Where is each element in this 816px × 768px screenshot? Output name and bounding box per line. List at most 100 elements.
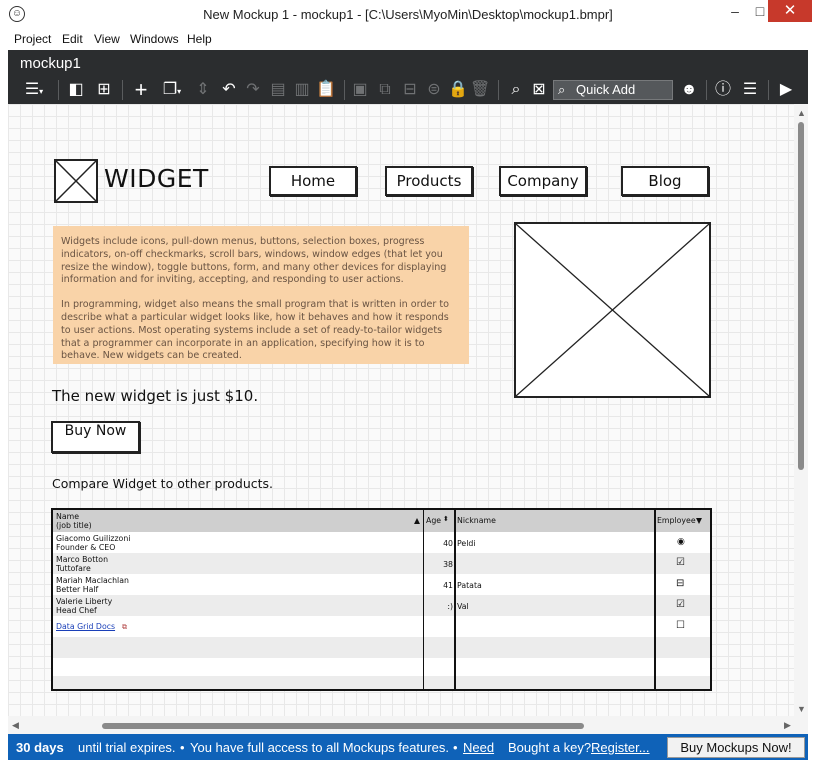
- header-nickname[interactable]: Nickname: [457, 516, 496, 525]
- cut-icon[interactable]: ▥: [292, 80, 312, 100]
- menu-bar: Project Edit View Windows Help: [8, 30, 808, 50]
- table-row[interactable]: Marco Botton Tuttofare 38 ☑: [53, 553, 710, 574]
- description-paragraph: Widgets include icons, pull-down menus, …: [61, 236, 447, 286]
- presentation-play-icon[interactable]: ▶: [774, 80, 798, 100]
- external-link-icon: ⧉: [117, 623, 127, 631]
- info-icon[interactable]: ⓘ: [712, 80, 734, 100]
- checkbox-checked-icon[interactable]: ☑: [676, 558, 685, 568]
- register-link[interactable]: Register...: [591, 740, 650, 755]
- main-toolbar: mockup1 ☰▾ ◧ ⊞ + ❐▾ ⇕ ↶ ↷ ▤ ▥ 📋 ▣ ⧉ ⊟ ⊜ …: [8, 50, 808, 104]
- search-zoom-icon[interactable]: ⌕: [506, 80, 526, 100]
- scroll-right-icon[interactable]: ▶: [784, 720, 791, 731]
- nav-blog-button[interactable]: Blog: [621, 166, 709, 196]
- close-button[interactable]: ✕: [768, 0, 812, 22]
- trial-days: 30 days: [16, 740, 64, 755]
- user-account-icon[interactable]: ☻: [678, 80, 700, 100]
- header-employee[interactable]: Employee: [657, 516, 696, 525]
- menu-view[interactable]: View: [94, 32, 120, 46]
- scroll-left-icon[interactable]: ◀: [12, 720, 19, 731]
- table-row[interactable]: Valerie Liberty Head Chef :) Val ☑: [53, 595, 710, 616]
- duplicate-icon[interactable]: ❐▾: [158, 80, 186, 100]
- quick-add-input[interactable]: ⌕ Quick Add: [553, 80, 673, 100]
- header-age[interactable]: Age: [426, 516, 441, 525]
- description-paragraph: In programming, widget also means the sm…: [61, 299, 450, 362]
- key-text: Bought a key?: [508, 740, 592, 755]
- trash-icon[interactable]: 🗑: [470, 80, 490, 100]
- buy-mockups-now-button[interactable]: Buy Mockups Now!: [667, 737, 805, 758]
- sort-both-icon[interactable]: ⬍: [443, 515, 449, 524]
- need-link[interactable]: Need: [463, 740, 494, 755]
- radio-selected-icon[interactable]: ◉: [677, 538, 685, 547]
- table-row: [53, 637, 710, 658]
- checkbox-indeterminate-icon[interactable]: ⊟: [676, 579, 684, 589]
- add-icon[interactable]: +: [130, 79, 152, 101]
- status-bullet: •: [180, 740, 185, 755]
- single-view-icon[interactable]: ◧: [66, 80, 86, 100]
- group-icon[interactable]: ▣: [350, 80, 370, 100]
- move-updown-icon[interactable]: ⇕: [192, 80, 214, 100]
- toolbar-separator: [344, 80, 345, 100]
- table-row[interactable]: Mariah Maclachlan Better Half 41 Patata ⊟: [53, 574, 710, 595]
- grid-column-divider: [654, 510, 656, 689]
- description-callout[interactable]: Widgets include icons, pull-down menus, …: [53, 226, 469, 364]
- maximize-button[interactable]: □: [752, 0, 768, 22]
- grid-column-divider: [423, 510, 424, 689]
- table-row[interactable]: Giacomo Guilizzoni Founder & CEO 40 Peldi…: [53, 532, 710, 553]
- menu-help[interactable]: Help: [187, 32, 212, 46]
- image-placeholder-x-icon: [515, 223, 710, 397]
- access-text: You have full access to all Mockups feat…: [190, 740, 449, 755]
- grid-header-row: Name (job title) ▲ Age ⬍ Nickname Employ…: [53, 510, 710, 532]
- hamburger-menu-icon[interactable]: ☰▾: [20, 80, 48, 100]
- align-icon[interactable]: ⊟: [400, 80, 420, 100]
- data-grid[interactable]: Name (job title) ▲ Age ⬍ Nickname Employ…: [51, 508, 712, 691]
- logo-image-placeholder[interactable]: [54, 159, 98, 203]
- vertical-scrollbar[interactable]: ▲ ▼: [794, 104, 808, 716]
- lock-icon[interactable]: 🔒: [448, 80, 468, 100]
- distribute-icon[interactable]: ⊜: [424, 80, 444, 100]
- table-row[interactable]: Data Grid Docs ⧉ ☐: [53, 616, 710, 637]
- scroll-up-icon[interactable]: ▲: [797, 108, 806, 118]
- buy-now-mockup-button[interactable]: Buy Now: [51, 421, 140, 453]
- minimize-button[interactable]: –: [718, 0, 752, 22]
- menu-project[interactable]: Project: [14, 32, 51, 46]
- logo-text[interactable]: WIDGET: [104, 164, 209, 193]
- vertical-scroll-thumb[interactable]: [798, 122, 804, 470]
- horizontal-scrollbar[interactable]: ◀ ▶: [8, 716, 808, 734]
- clear-search-icon[interactable]: ⊠: [530, 80, 548, 100]
- horizontal-scroll-thumb[interactable]: [102, 723, 584, 729]
- sort-asc-icon[interactable]: ▲: [414, 516, 420, 525]
- trial-text: until trial expires.: [78, 740, 176, 755]
- toolbar-separator: [122, 80, 123, 100]
- sort-desc-icon[interactable]: ▼: [696, 516, 702, 525]
- menu-edit[interactable]: Edit: [62, 32, 83, 46]
- checkbox-checked-icon[interactable]: ☑: [676, 600, 685, 610]
- mockup-tab-title[interactable]: mockup1: [20, 55, 81, 72]
- grid-view-icon[interactable]: ⊞: [93, 80, 115, 100]
- paste-icon[interactable]: 📋: [316, 80, 336, 100]
- grid-column-divider: [454, 510, 456, 689]
- copy-icon[interactable]: ▤: [268, 80, 288, 100]
- toolbar-separator: [498, 80, 499, 100]
- table-row: [53, 676, 710, 689]
- compare-text[interactable]: Compare Widget to other products.: [52, 476, 273, 491]
- scroll-down-icon[interactable]: ▼: [797, 704, 806, 714]
- nav-company-button[interactable]: Company: [499, 166, 587, 196]
- menu-windows[interactable]: Windows: [130, 32, 179, 46]
- image-placeholder-x-icon: [55, 160, 97, 202]
- product-image-placeholder[interactable]: [514, 222, 711, 398]
- header-name[interactable]: Name (job title): [56, 512, 92, 530]
- search-icon: ⌕: [558, 82, 566, 97]
- checkbox-unchecked-icon[interactable]: ☐: [676, 621, 685, 631]
- nav-home-button[interactable]: Home: [269, 166, 357, 196]
- trial-status-bar: 30 days until trial expires. • You have …: [8, 734, 808, 760]
- redo-icon[interactable]: ↷: [242, 80, 264, 100]
- status-bullet: •: [453, 740, 458, 755]
- ungroup-icon[interactable]: ⧉: [374, 80, 396, 100]
- data-grid-docs-link[interactable]: Data Grid Docs: [56, 622, 115, 631]
- undo-icon[interactable]: ↶: [218, 80, 240, 100]
- price-text[interactable]: The new widget is just $10.: [52, 387, 258, 405]
- title-bar: ☺ New Mockup 1 - mockup1 - [C:\Users\Myo…: [0, 0, 816, 30]
- quick-add-placeholder: Quick Add: [576, 82, 636, 97]
- nav-products-button[interactable]: Products: [385, 166, 473, 196]
- notes-icon[interactable]: ☰: [740, 80, 760, 100]
